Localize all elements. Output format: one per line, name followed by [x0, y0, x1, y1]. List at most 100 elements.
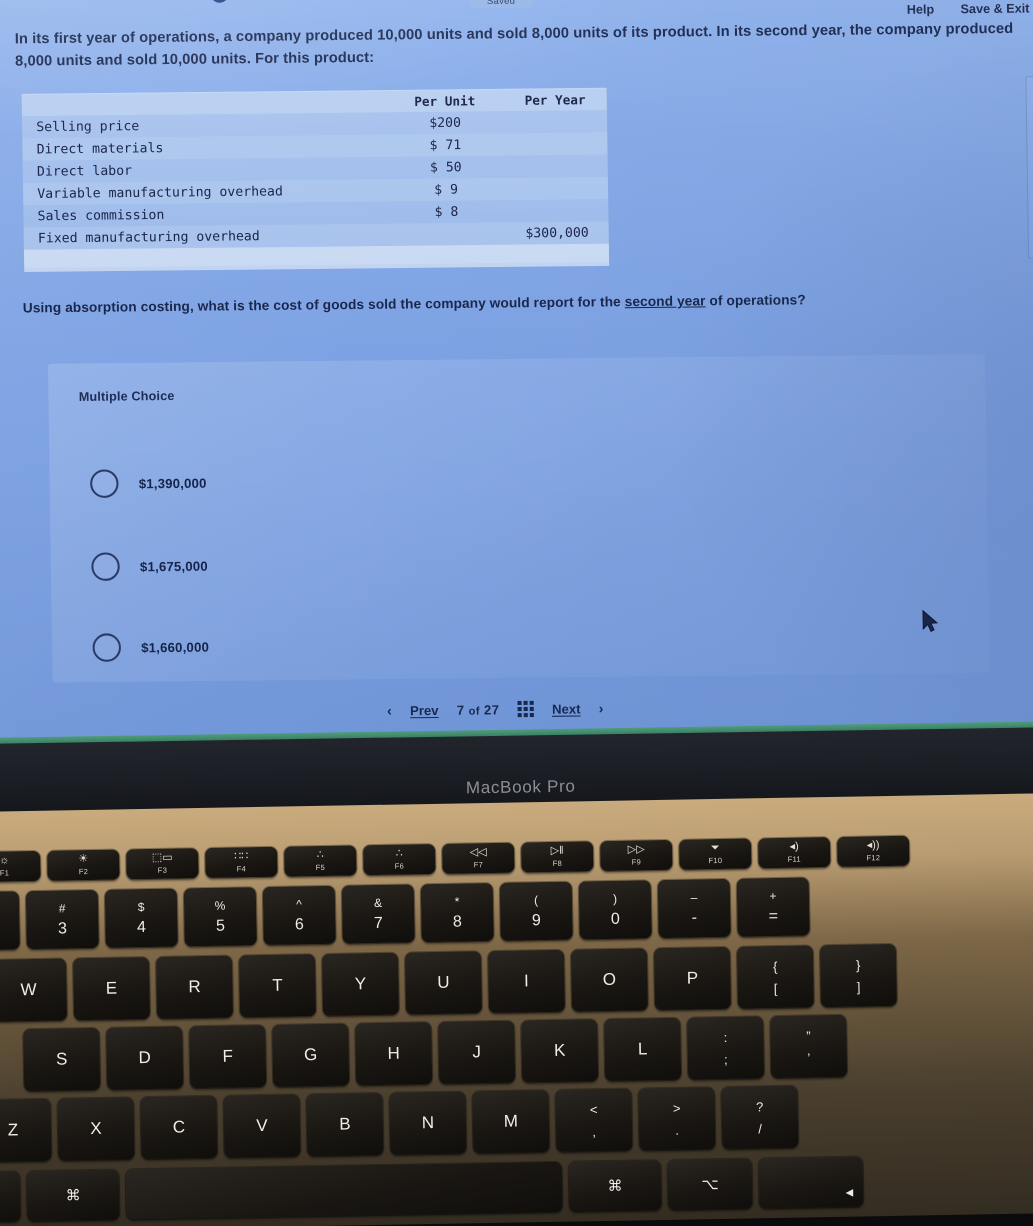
key-m[interactable]: M: [472, 1090, 550, 1154]
mute-icon: ⏷: [710, 841, 720, 855]
key-5[interactable]: % 5: [183, 887, 257, 947]
option-key-left[interactable]: ⌥: [0, 1171, 21, 1223]
cost-data-table: Per Unit Per Year Selling price $200 Dir…: [21, 87, 610, 272]
arrow-left-icon: ◂: [845, 1183, 854, 1201]
brightness-down-icon: ☼: [0, 854, 10, 867]
question-text-post: of operations?: [705, 292, 806, 309]
key-n[interactable]: N: [389, 1091, 467, 1155]
key-semicolon[interactable]: :;: [687, 1016, 765, 1080]
answer-option-1-label: $1,390,000: [138, 475, 207, 491]
key-equals[interactable]: + =: [736, 877, 810, 937]
key-f6[interactable]: ∴ F6: [363, 843, 436, 876]
key-c[interactable]: C: [140, 1095, 218, 1160]
key-l[interactable]: L: [604, 1017, 682, 1082]
row-per-unit: $ 71: [429, 137, 462, 153]
key-s[interactable]: S: [23, 1027, 101, 1092]
key-f11[interactable]: ◂) F11: [757, 837, 831, 869]
key-f7[interactable]: ◁◁ F7: [442, 842, 515, 874]
key-g[interactable]: G: [272, 1023, 350, 1087]
radio-button-1[interactable]: [89, 469, 119, 498]
answer-option-2-label: $1,675,000: [139, 557, 208, 574]
top-actions: Help Save & Exit: [907, 1, 1030, 16]
key-x[interactable]: X: [57, 1097, 135, 1161]
key-f4[interactable]: ∷∷ F4: [205, 846, 278, 878]
answer-option-1[interactable]: $1,390,000: [89, 468, 207, 498]
next-button[interactable]: Next: [552, 701, 581, 716]
home-key-row: S D F G H J K L :; ”’: [23, 1014, 848, 1092]
option-key-right[interactable]: ⌥: [667, 1158, 753, 1210]
radio-button-2[interactable]: [91, 552, 120, 581]
answer-option-3[interactable]: $1,660,000: [92, 632, 209, 662]
key-u[interactable]: U: [404, 951, 482, 1015]
key-t[interactable]: T: [238, 954, 317, 1018]
key-w[interactable]: W: [0, 958, 68, 1022]
key-quote[interactable]: ”’: [770, 1014, 848, 1079]
key-d[interactable]: D: [106, 1026, 184, 1090]
key-r[interactable]: R: [155, 955, 234, 1019]
key-f12[interactable]: ◂)) F12: [836, 835, 910, 867]
help-link[interactable]: Help: [907, 2, 935, 16]
key-bracket-left[interactable]: {[: [736, 945, 814, 1009]
key-j[interactable]: J: [438, 1020, 516, 1084]
key-z[interactable]: Z: [0, 1098, 52, 1163]
key-minus[interactable]: – -: [657, 878, 731, 939]
save-exit-link[interactable]: Save & Exit: [960, 1, 1029, 16]
key-o[interactable]: O: [570, 948, 648, 1012]
key-f[interactable]: F: [189, 1024, 267, 1089]
table-rule: [23, 243, 610, 272]
key-i[interactable]: I: [487, 949, 565, 1014]
monitor-screen: Saved Help Save & Exit In its first year…: [0, 0, 1033, 752]
prev-button[interactable]: Prev: [410, 702, 439, 717]
key-comma[interactable]: <,: [555, 1088, 633, 1152]
key-3[interactable]: #3: [25, 889, 99, 950]
key-4[interactable]: $4: [104, 888, 178, 948]
key-b[interactable]: B: [306, 1092, 384, 1157]
arrow-left-key[interactable]: ◂: [758, 1156, 864, 1209]
key-k[interactable]: K: [521, 1019, 599, 1083]
command-icon: ⌘: [607, 1177, 623, 1195]
page-scrollbar[interactable]: [1025, 76, 1033, 259]
key-v[interactable]: V: [223, 1094, 301, 1158]
space-key[interactable]: [125, 1161, 563, 1220]
key-6[interactable]: ^ 6: [262, 885, 336, 945]
key-e[interactable]: E: [72, 956, 151, 1021]
key-f10[interactable]: ⏷ F10: [678, 838, 752, 870]
key-8[interactable]: * 8: [420, 882, 494, 943]
question-grid-icon[interactable]: [517, 700, 534, 718]
modifier-key-row: ⌥ ⌘ ⌘ ⌥ ◂: [0, 1156, 864, 1223]
key-f9[interactable]: ▷▷ F9: [600, 839, 673, 872]
answer-option-2[interactable]: $1,675,000: [91, 551, 208, 581]
qwerty-key-row: W E R T Y U I O P {[ }]: [0, 943, 897, 1022]
brightness-up-icon: ☀: [78, 853, 89, 866]
key-period[interactable]: >.: [638, 1087, 716, 1151]
key-2[interactable]: @2: [0, 891, 20, 951]
row-per-unit: [388, 222, 506, 245]
row-per-unit: $ 50: [429, 159, 462, 176]
key-9[interactable]: (9: [499, 881, 573, 941]
page-counter: 7 of 27: [457, 702, 500, 718]
key-y[interactable]: Y: [321, 952, 400, 1016]
key-f3[interactable]: ⬚▭ F3: [126, 848, 199, 880]
key-p[interactable]: P: [653, 946, 731, 1011]
row-per-year: [505, 177, 609, 200]
question-emphasis: second year: [624, 293, 706, 310]
prev-chevron-icon[interactable]: ‹: [387, 702, 392, 718]
next-chevron-icon[interactable]: ›: [599, 700, 604, 716]
key-f1[interactable]: ☼ F1: [0, 850, 41, 883]
command-key-left[interactable]: ⌘: [26, 1169, 120, 1222]
key-bracket-right[interactable]: }]: [819, 943, 897, 1008]
key-f5[interactable]: ∴ F5: [284, 845, 357, 877]
key-h[interactable]: H: [355, 1022, 433, 1086]
page-total: 27: [483, 701, 500, 718]
question-text-pre: Using absorption costing, what is the co…: [22, 294, 625, 316]
command-icon: ⌘: [65, 1187, 81, 1205]
key-7[interactable]: & 7: [341, 884, 415, 944]
key-f2[interactable]: ☀ F2: [47, 849, 120, 881]
radio-button-3[interactable]: [92, 633, 122, 662]
key-f8[interactable]: ▷‖ F8: [521, 841, 594, 873]
key-0[interactable]: ) 0: [578, 880, 652, 940]
command-key-right[interactable]: ⌘: [568, 1160, 662, 1212]
row-per-year: [504, 155, 608, 178]
key-slash[interactable]: ? /: [721, 1085, 799, 1149]
answer-kind-label: Multiple Choice: [78, 388, 175, 404]
